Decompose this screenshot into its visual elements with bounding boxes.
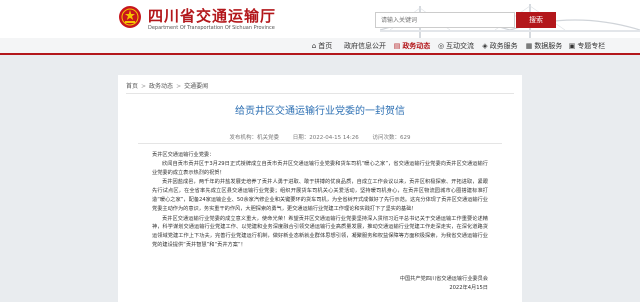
nav-item-info[interactable]: 政府信息公开 <box>340 38 390 53</box>
nav-item-news[interactable]: ▤ 政务动态 <box>391 38 433 53</box>
nav-label: 政府信息公开 <box>344 41 386 50</box>
nav-item-service[interactable]: ◈ 政务服务 <box>479 38 521 53</box>
article-paragraph: 欣闻自贡市贡井区于3月29日正式授牌成立自贡市贡井区交通运输行业党委和货车司机“… <box>152 160 488 176</box>
emblem-icon[interactable] <box>118 5 142 29</box>
article-title: 给贡井区交通运输行业党委的一封贺信 <box>235 106 405 117</box>
breadcrumb: 首页 > 政务动态 > 交通要闻 <box>126 81 208 90</box>
article-signature-block: 中国共产党四川省交通运输行业委员会 2022年4月15日 <box>400 275 488 293</box>
main-nav: ⌂ 首页 政府信息公开 ▤ 政务动态 ◎ 互动交流 ◈ 政务服务 ▦ 数据服务 … <box>0 38 640 55</box>
nav-item-interaction[interactable]: ◎ 互动交流 <box>435 38 477 53</box>
article-date: 日期：2022-04-15 14:26 <box>292 135 359 141</box>
site-header: 四川省交通运输厅 Department Of Transportation Of… <box>0 0 640 38</box>
article-card: 首页 > 政务动态 > 交通要闻 给贡井区交通运输行业党委的一封贺信 发布机构：机关党委… <box>118 75 522 302</box>
news-icon: ▤ <box>393 41 401 50</box>
chat-icon: ◎ <box>437 41 445 50</box>
site-title[interactable]: 四川省交通运输厅 <box>148 5 276 26</box>
article-signature: 中国共产党四川省交通运输行业委员会 <box>399 276 488 282</box>
divider <box>138 143 502 144</box>
nav-label: 政务动态 <box>402 41 431 50</box>
nav-item-topics[interactable]: ▣ 专题专栏 <box>567 38 607 53</box>
article-views: 访问次数：629 <box>372 135 411 141</box>
search-button[interactable]: 搜索 <box>516 12 556 28</box>
breadcrumb-separator: > <box>176 83 182 90</box>
site-subtitle: Department Of Transportation Of Sichuan … <box>148 25 275 31</box>
breadcrumb-headlines[interactable]: 交通要闻 <box>184 83 208 90</box>
nav-label: 首页 <box>318 41 333 50</box>
nav-item-home[interactable]: ⌂ 首页 <box>305 38 339 53</box>
nav-item-data[interactable]: ▦ 数据服务 <box>523 38 565 53</box>
nav-label: 专题专栏 <box>577 41 606 50</box>
search-input[interactable] <box>375 12 515 28</box>
divider <box>126 93 514 94</box>
breadcrumb-news[interactable]: 政务动态 <box>149 83 173 90</box>
nav-label: 数据服务 <box>534 41 563 50</box>
service-icon: ◈ <box>482 41 488 50</box>
article-paragraph: 贡井因盐成邑，两千年的井盐发展史培养了贡井人勇于进取、敢于拼搏的优良品质，自成立… <box>152 179 488 212</box>
topic-icon: ▣ <box>568 41 576 50</box>
article-paragraph: 贡井区交通运输行业党委的成立意义重大，使命光荣！希望贡井区交通运输行业党委坚持深… <box>152 215 488 248</box>
article-body: 贡井区交通运输行业党委： 欣闻自贡市贡井区于3月29日正式授牌成立自贡市贡井区交… <box>152 151 488 250</box>
article-sign-date: 2022年4月15日 <box>449 285 488 291</box>
grid-icon: ▦ <box>525 41 533 50</box>
breadcrumb-separator: > <box>141 83 147 90</box>
nav-label: 互动交流 <box>446 41 475 50</box>
nav-label: 政务服务 <box>489 41 518 50</box>
article-source: 发布机构：机关党委 <box>229 135 279 141</box>
home-icon: ⌂ <box>311 41 317 50</box>
breadcrumb-home[interactable]: 首页 <box>126 83 138 90</box>
article-meta: 发布机构：机关党委 日期：2022-04-15 14:26 访问次数：629 <box>118 133 522 141</box>
article-greeting: 贡井区交通运输行业党委： <box>152 152 215 158</box>
